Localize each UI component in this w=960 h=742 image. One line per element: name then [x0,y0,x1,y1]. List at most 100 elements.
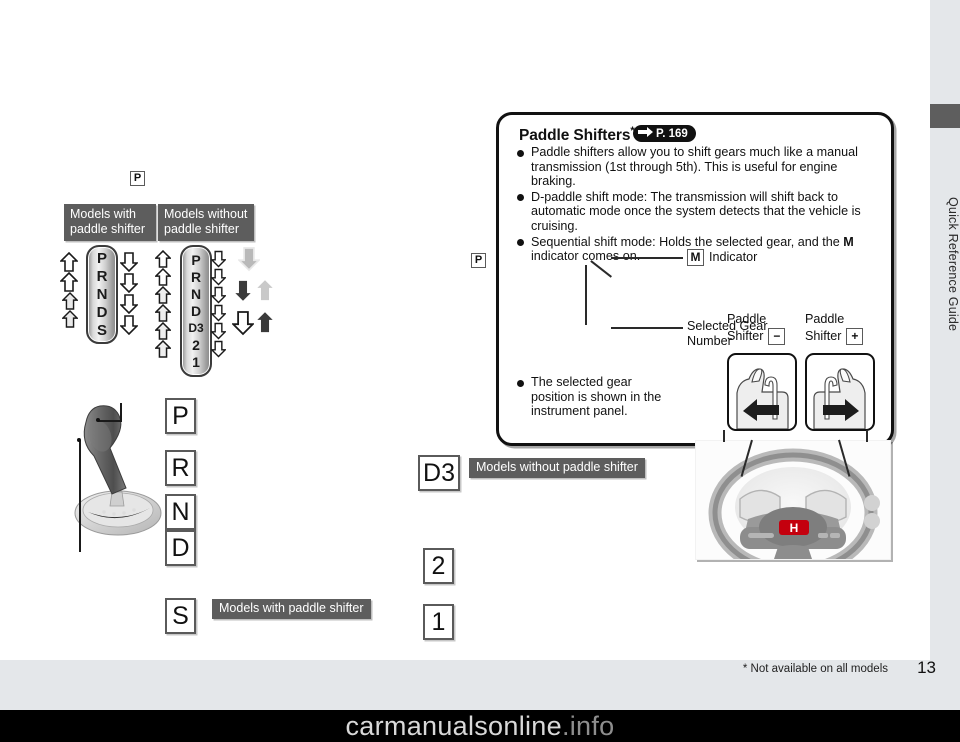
banner-models-without-paddle-shifter-inline: Models without paddle shifter [469,458,645,478]
arrow-right-icon [638,127,653,140]
panel-bullet-1: Paddle shifters allow you to shift gears… [517,145,879,189]
gear-box-r: R [165,450,196,486]
panel-title: Paddle Shifters* [519,125,635,145]
gate2-down-arrow-6 [211,340,226,358]
gate2-pos-6: 1 [192,353,200,370]
shift-position-marker-p-panel: P [471,253,486,268]
panel-bullet-list: Paddle shifters allow you to shift gears… [517,145,879,265]
gate2-pos-0: P [191,251,201,268]
lever-callout-line-vertical-top [120,403,122,421]
gate1-down-arrow-1 [120,252,138,272]
free-arrow-down-pair-1 [232,278,254,304]
watermark-tld: .info [561,710,615,741]
shift-position-marker-p-left: P [130,171,145,186]
lever-callout-line-horizontal-top [98,420,122,422]
gear-box-n: N [165,494,196,530]
gate2-pos-2: N [190,285,202,302]
page-number: 13 [917,658,936,677]
section-tab-label: Quick Reference Guide [946,196,960,332]
banner-models-with-paddle-shifter-inline: Models with paddle shifter [212,599,371,619]
gear-box-d3: D3 [418,455,460,491]
m-indicator-label: Indicator [709,250,758,265]
gate2-down-arrow-1 [211,250,226,268]
paddle-shifter-plus-label: Paddle Shifter + [805,311,864,345]
plus-sign-glyph: + [846,328,864,345]
gear-box-p: P [165,398,196,434]
gate1-up-arrow-2 [60,272,78,292]
banner-line-2: paddle shifter [164,222,240,236]
leader-line-paddle-left-stub [723,430,725,442]
gate2-down-arrow-4 [211,304,226,322]
paddle-shifter-minus-illustration [727,353,797,431]
gate2-pos-4: D3 [188,320,204,335]
banner-line-2: paddle shifter [70,222,146,236]
gate2-up-arrow-2 [155,268,171,286]
panel-bullet-list-lower: The selected gear position is shown in t… [517,375,677,420]
lever-callout-line-vertical-bottom [79,440,81,552]
gate1-pos-0: P [96,249,107,267]
leader-line-m-indicator [611,257,683,259]
gate2-up-arrow-6 [155,340,171,358]
gate1-pos-4: S [96,321,107,339]
gate2-down-arrow-5 [211,322,226,340]
free-arrow-up-pair-2 [254,308,276,336]
watermark-main: carmanualsonline [345,710,562,741]
shift-gate-without-paddle-shifter: P R N D D3 2 1 [180,245,212,377]
gate1-up-arrow-3 [62,292,78,310]
gate2-pos-1: R [190,268,202,285]
gate1-pos-1: R [96,267,108,285]
steering-wheel-illustration: H [695,440,891,560]
free-arrow-up-pair-1 [254,276,276,304]
gate1-down-arrow-4 [120,315,138,335]
gear-box-2: 2 [423,548,454,584]
svg-text:H: H [790,521,799,535]
callout-m-indicator: M Indicator [687,249,757,266]
gear-box-d: D [165,530,196,566]
paddle-plus-line-2: Shifter [805,329,842,343]
paddle-minus-line-1: Paddle [727,312,767,326]
paddle-shifter-minus-label: Paddle Shifter − [727,311,786,345]
gate1-down-arrow-2 [120,273,138,293]
paddle-plus-line-1: Paddle [805,312,845,326]
gate2-up-arrow-4 [155,304,171,322]
panel-title-text: Paddle Shifters [519,127,631,145]
leader-line-gear-vertical [585,265,587,325]
paddle-shifters-callout-panel: Paddle Shifters* P. 169 Paddle shifters … [496,112,894,446]
page-reference-badge[interactable]: P. 169 [633,125,696,142]
gate2-pos-3: D [190,302,202,319]
footnote-text: * Not available on all models [742,663,888,675]
gate1-pos-3: D [96,303,108,321]
gate1-pos-2: N [96,285,108,303]
lever-callout-dot-top [96,418,100,422]
lever-callout-dot-bottom [77,438,81,442]
leader-line-selected-gear [611,327,683,329]
free-arrow-down-large [238,246,260,272]
shift-lever-illustration [66,400,170,550]
gear-box-s: S [165,598,196,634]
m-indicator-glyph: M [687,249,704,266]
free-arrow-down-pair-2 [232,310,254,336]
gate1-up-arrow-4 [62,310,78,328]
shift-gate-with-paddle-shifter: P R N D S [86,245,118,344]
paddle-minus-line-2: Shifter [727,329,764,343]
gate2-pos-5: 2 [192,336,200,353]
site-watermark: carmanualsonline .info [0,710,960,742]
banner-line-1: Models with [70,207,136,221]
gate2-down-arrow-3 [211,286,226,304]
gate2-down-arrow-2 [211,268,226,286]
gate2-up-arrow-5 [155,322,171,340]
banner-models-with-paddle-shifter: Models with paddle shifter [64,204,156,241]
gate1-down-arrow-3 [120,294,138,314]
manual-page: Quick Reference Guide * Not available on… [0,0,960,742]
banner-models-without-paddle-shifter: Models without paddle shifter [158,204,254,241]
paddle-shifter-plus-illustration [805,353,875,431]
gate1-up-arrow-1 [60,252,78,272]
panel-bullet-2: D-paddle shift mode: The transmission wi… [517,190,879,234]
page-reference-text: P. 169 [656,127,688,140]
gear-box-1: 1 [423,604,454,640]
leader-line-paddle-right-stub [866,430,868,442]
gate2-up-arrow-1 [155,250,171,268]
banner-line-1: Models without [164,207,248,221]
gate2-up-arrow-3 [155,286,171,304]
tab-strip-accent [930,104,960,128]
